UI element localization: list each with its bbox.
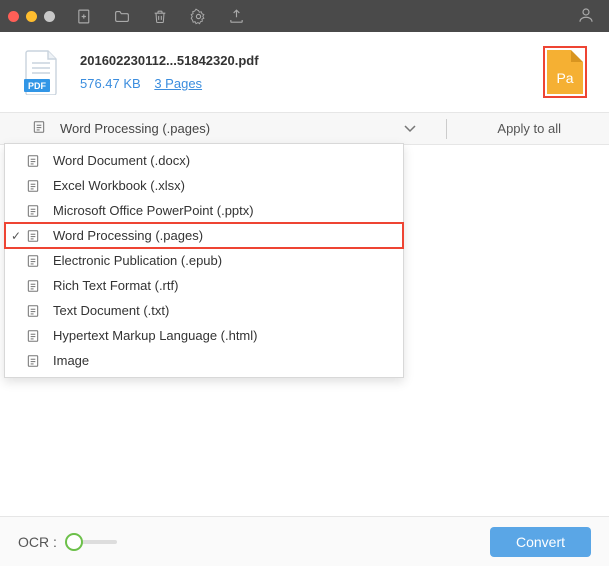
ocr-toggle[interactable] [65, 533, 121, 551]
menu-item-label: Hypertext Markup Language (.html) [53, 328, 257, 343]
format-selector-row: Word Processing (.pages) Apply to all [0, 113, 609, 145]
format-menu-item[interactable]: Word Document (.docx) [5, 148, 403, 173]
toolbar [75, 7, 245, 25]
minimize-window-button[interactable] [26, 11, 37, 22]
format-badge-text: Pa [556, 70, 573, 86]
format-menu-item[interactable]: Text Document (.txt) [5, 298, 403, 323]
maximize-window-button[interactable] [44, 11, 55, 22]
ocr-label: OCR : [18, 534, 57, 550]
document-icon [25, 353, 41, 369]
file-header: PDF 201602230112...51842320.pdf 576.47 K… [0, 32, 609, 113]
close-window-button[interactable] [8, 11, 19, 22]
divider [446, 119, 447, 139]
document-icon [25, 153, 41, 169]
document-icon [25, 253, 41, 269]
checkmark-icon: ✓ [11, 229, 25, 243]
add-file-icon[interactable] [75, 7, 93, 25]
trash-icon[interactable] [151, 7, 169, 25]
window-controls [8, 11, 55, 22]
file-info: 201602230112...51842320.pdf 576.47 KB 3 … [80, 53, 543, 91]
menu-item-label: Word Document (.docx) [53, 153, 190, 168]
menu-item-label: Electronic Publication (.epub) [53, 253, 222, 268]
document-icon [25, 228, 41, 244]
menu-item-label: Image [53, 353, 89, 368]
document-icon [25, 178, 41, 194]
format-dropdown-menu: Word Document (.docx) Excel Workbook (.xl… [4, 143, 404, 378]
file-size: 576.47 KB [80, 76, 141, 91]
format-menu-item[interactable]: Electronic Publication (.epub) [5, 248, 403, 273]
chevron-down-icon[interactable] [404, 121, 416, 136]
folder-icon[interactable] [113, 7, 131, 25]
bottom-bar: OCR : Convert [0, 516, 609, 566]
file-name: 201602230112...51842320.pdf [80, 53, 543, 68]
menu-item-label: Excel Workbook (.xlsx) [53, 178, 185, 193]
settings-icon[interactable] [189, 7, 207, 25]
menu-item-label: Rich Text Format (.rtf) [53, 278, 178, 293]
format-select[interactable]: Word Processing (.pages) [60, 121, 210, 136]
apply-to-all-button[interactable]: Apply to all [497, 121, 561, 136]
document-icon [25, 278, 41, 294]
output-format-badge[interactable]: Pa [543, 46, 587, 98]
pdf-file-icon: PDF [22, 49, 62, 95]
document-icon [25, 303, 41, 319]
format-menu-item[interactable]: Rich Text Format (.rtf) [5, 273, 403, 298]
menu-item-label: Word Processing (.pages) [53, 228, 203, 243]
format-menu-item[interactable]: Microsoft Office PowerPoint (.pptx) [5, 198, 403, 223]
export-icon[interactable] [227, 7, 245, 25]
format-menu-item[interactable]: Excel Workbook (.xlsx) [5, 173, 403, 198]
document-icon [25, 203, 41, 219]
format-menu-item[interactable]: Hypertext Markup Language (.html) [5, 323, 403, 348]
document-icon [25, 328, 41, 344]
format-menu-item[interactable]: ✓ Word Processing (.pages) [5, 223, 403, 248]
menu-item-label: Text Document (.txt) [53, 303, 169, 318]
convert-button[interactable]: Convert [490, 527, 591, 557]
svg-text:PDF: PDF [28, 81, 47, 91]
format-menu-item[interactable]: Image [5, 348, 403, 373]
menu-item-label: Microsoft Office PowerPoint (.pptx) [53, 203, 254, 218]
user-account-icon[interactable] [577, 6, 595, 27]
titlebar [0, 0, 609, 32]
file-pages-link[interactable]: 3 Pages [154, 76, 202, 91]
document-icon [32, 119, 46, 138]
